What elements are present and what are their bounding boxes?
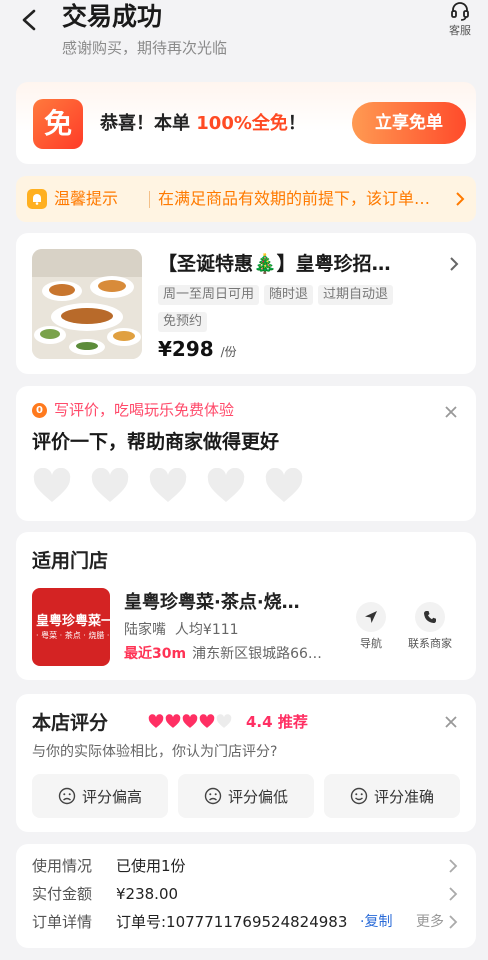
rating-hearts bbox=[148, 714, 233, 733]
chevron-right-icon bbox=[449, 887, 458, 901]
rating-score-tag: 推荐 bbox=[277, 713, 308, 731]
product-price: ¥298 /份 bbox=[158, 337, 237, 364]
store-area: 陆家嘴 bbox=[124, 622, 166, 638]
review-title: 评价一下，帮助商家做得更好 bbox=[32, 431, 280, 453]
phone-icon bbox=[415, 602, 445, 632]
product-tags: 周一至周日可用 随时退 过期自动退免预约 bbox=[158, 283, 418, 337]
product-tag: 周一至周日可用 bbox=[158, 285, 260, 305]
claim-free-order-button[interactable]: 立享免单 bbox=[352, 102, 466, 144]
page-title: 交易成功 bbox=[62, 2, 163, 31]
chevron-right-icon bbox=[449, 859, 458, 873]
price-unit: /份 bbox=[220, 345, 237, 359]
product-tag: 随时退 bbox=[264, 285, 314, 305]
sad-face-icon bbox=[58, 787, 76, 805]
bell-icon bbox=[27, 189, 47, 209]
contact-merchant-label: 联系商家 bbox=[408, 637, 452, 650]
chevron-right-icon bbox=[456, 192, 465, 206]
store-logo-subtext: · 粤菜 · 茶点 · 烧腊 · bbox=[36, 631, 110, 640]
order-number: 订单号:1077711769524824983 bbox=[116, 913, 348, 931]
customer-service-label: 客服 bbox=[449, 24, 471, 37]
price-value: ¥298 bbox=[158, 337, 214, 361]
chevron-right-icon[interactable] bbox=[448, 914, 458, 930]
store-section-title: 适用门店 bbox=[32, 550, 109, 572]
navigate-label: 导航 bbox=[360, 637, 382, 650]
more-details-button[interactable]: 更多 bbox=[416, 910, 444, 934]
review-card: 0 写评价，吃喝玩乐免费体验 评价一下，帮助商家做得更好 bbox=[16, 386, 476, 521]
store-avg-price: 人均¥111 bbox=[174, 622, 239, 638]
navigation-icon bbox=[356, 602, 386, 632]
rating-score-value: 4.4 bbox=[246, 713, 273, 731]
heart-icon[interactable] bbox=[32, 468, 72, 504]
paid-value: ¥238.00 bbox=[116, 885, 179, 903]
close-icon[interactable] bbox=[444, 715, 458, 729]
review-hint[interactable]: 写评价，吃喝玩乐免费体验 bbox=[54, 400, 234, 420]
rating-option-label: 评分偏高 bbox=[81, 787, 142, 806]
heart-icon[interactable] bbox=[90, 468, 130, 504]
rating-score: 4.4 推荐 bbox=[246, 711, 308, 733]
page-subtitle: 感谢购买，期待再次光临 bbox=[62, 39, 228, 57]
notice-bar[interactable]: 温馨提示 在满足商品有效期的前提下，该订单… bbox=[16, 176, 476, 222]
rating-option-label: 评分准确 bbox=[373, 787, 434, 806]
navigate-button[interactable]: 导航 bbox=[356, 602, 386, 652]
product-image bbox=[32, 249, 142, 359]
paid-amount-row[interactable]: 实付金额 ¥238.00 bbox=[32, 882, 462, 906]
chevron-right-icon bbox=[450, 257, 459, 271]
usage-value: 已使用1份 bbox=[116, 857, 186, 875]
store-distance: 最近30m bbox=[124, 646, 187, 662]
notice-divider bbox=[149, 191, 150, 208]
product-tag: 免预约 bbox=[158, 312, 208, 332]
product-tag: 过期自动退 bbox=[318, 285, 394, 305]
store-rating-card: 本店评分 4.4 推荐 与你的实际体验相比，你认为门店评分? 评分偏高 评分偏低… bbox=[16, 694, 476, 832]
header: 交易成功 感谢购买，期待再次光临 客服 bbox=[0, 0, 488, 76]
sad-face-icon bbox=[204, 787, 222, 805]
free-order-promo-card: 免 恭喜！本单 100%全免！ 立享免单 bbox=[16, 82, 476, 164]
customer-service-button[interactable]: 客服 bbox=[442, 0, 478, 38]
free-order-icon: 免 bbox=[33, 99, 83, 149]
promo-text: 恭喜！本单 100%全免！ bbox=[100, 111, 306, 137]
close-icon[interactable] bbox=[444, 405, 458, 419]
back-arrow-icon[interactable] bbox=[16, 6, 44, 34]
product-title: 【圣诞特惠🎄】皇粤珍招… bbox=[158, 253, 391, 275]
usage-label: 使用情况 bbox=[32, 857, 93, 875]
heart-icon[interactable] bbox=[148, 468, 188, 504]
smile-face-icon bbox=[350, 787, 368, 805]
rating-title: 本店评分 bbox=[32, 712, 109, 734]
heart-filled-icon bbox=[165, 714, 181, 728]
store-distance-address: 最近30m 浦东新区银城路66… bbox=[124, 644, 350, 664]
rating-too-low-button[interactable]: 评分偏低 bbox=[178, 774, 314, 818]
heart-empty-icon bbox=[216, 714, 232, 728]
copy-order-number-button[interactable]: ·复制 bbox=[360, 910, 392, 934]
heart-icon[interactable] bbox=[264, 468, 304, 504]
heart-filled-icon bbox=[199, 714, 215, 728]
order-info-card: 使用情况 已使用1份 实付金额 ¥238.00 订单详情 订单号:1077711… bbox=[16, 844, 476, 948]
store-meta: 陆家嘴 人均¥111 bbox=[124, 620, 239, 640]
headset-icon bbox=[451, 2, 469, 21]
promo-text-highlight: 100%全免 bbox=[196, 113, 288, 134]
rating-option-label: 评分偏低 bbox=[227, 787, 288, 806]
rating-accurate-button[interactable]: 评分准确 bbox=[324, 774, 460, 818]
heart-filled-icon bbox=[182, 714, 198, 728]
review-coin-icon: 0 bbox=[32, 403, 47, 418]
notice-text: 在满足商品有效期的前提下，该订单… bbox=[158, 189, 431, 208]
detail-label: 订单详情 bbox=[32, 913, 93, 931]
usage-row[interactable]: 使用情况 已使用1份 bbox=[32, 854, 462, 878]
promo-text-suffix: ！ bbox=[287, 113, 306, 134]
store-logo-text: 皇粤珍粤菜一 bbox=[36, 614, 110, 629]
store-logo[interactable]: 皇粤珍粤菜一 · 粤菜 · 茶点 · 烧腊 · bbox=[32, 588, 110, 666]
heart-icon[interactable] bbox=[206, 468, 246, 504]
heart-filled-icon bbox=[148, 714, 164, 728]
product-card[interactable]: 【圣诞特惠🎄】皇粤珍招… 周一至周日可用 随时退 过期自动退免预约 ¥298 /份 bbox=[16, 233, 476, 374]
order-detail-row: 订单详情 订单号:1077711769524824983 ·复制 更多 bbox=[32, 910, 462, 934]
promo-text-prefix: 恭喜！本单 bbox=[100, 113, 197, 134]
notice-title: 温馨提示 bbox=[54, 189, 119, 208]
store-address: 浦东新区银城路66… bbox=[192, 646, 322, 662]
review-heart-rating bbox=[32, 468, 322, 508]
paid-label: 实付金额 bbox=[32, 885, 93, 903]
applicable-store-card: 适用门店 皇粤珍粤菜一 · 粤菜 · 茶点 · 烧腊 · 皇粤珍粤菜·茶点·烧…… bbox=[16, 532, 476, 680]
rating-question: 与你的实际体验相比，你认为门店评分? bbox=[32, 744, 278, 760]
store-name[interactable]: 皇粤珍粤菜·茶点·烧… bbox=[124, 590, 344, 616]
rating-too-high-button[interactable]: 评分偏高 bbox=[32, 774, 168, 818]
contact-merchant-button[interactable]: 联系商家 bbox=[408, 602, 452, 652]
